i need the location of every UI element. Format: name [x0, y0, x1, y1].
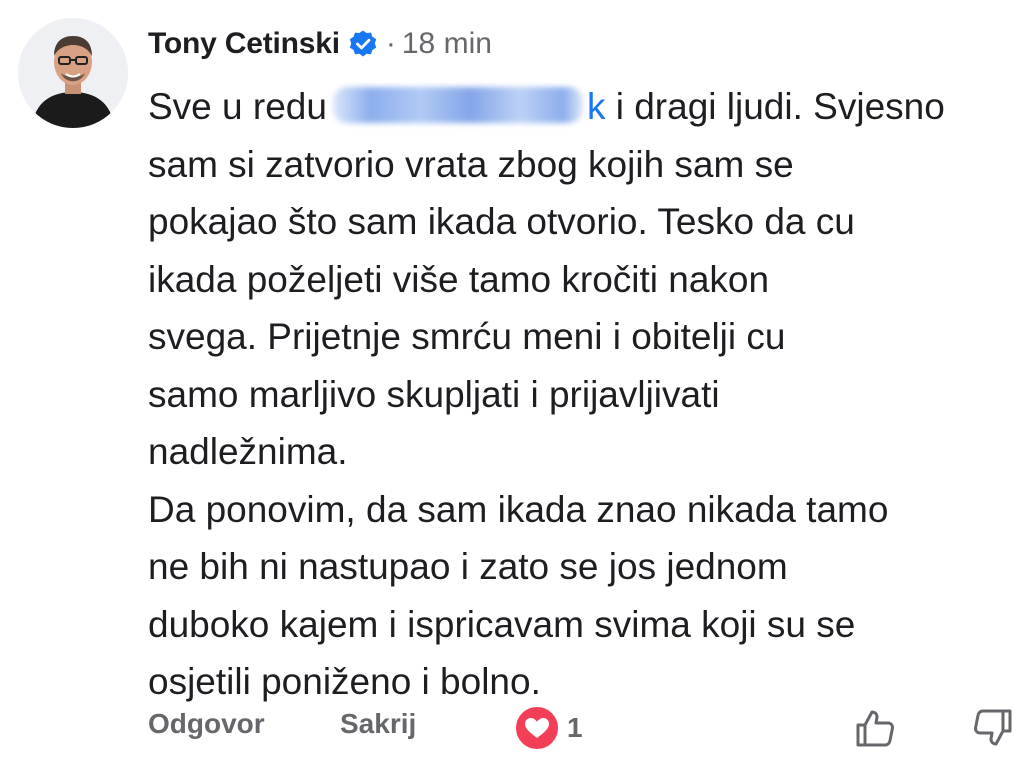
comment-header: Tony Cetinski · 18 min [148, 22, 492, 66]
reply-button[interactable]: Odgovor [148, 708, 265, 740]
comment-text: Sve u redu [148, 86, 327, 127]
reaction-count: 1 [567, 712, 583, 743]
heart-reaction-icon [513, 704, 561, 752]
comment-line: ikada poželjeti više tamo kročiti nakon [148, 258, 770, 300]
mention-tail[interactable]: k [587, 86, 606, 127]
comment-body: Sve u redu k i dragi ljudi. Svjesno sam s… [148, 78, 1018, 711]
comment-line: pokajao što sam ikada otvorio. Tesko da … [148, 201, 855, 242]
comment-line: svega. Prijetnje smrću meni i obitelji c… [148, 316, 786, 357]
comment-text: i dragi ljudi. Svjesno [615, 86, 945, 127]
verified-badge-icon [348, 29, 378, 59]
timestamp[interactable]: 18 min [402, 27, 492, 61]
comment-line: sam si zatvorio vrata zbog kojih sam se [148, 143, 794, 185]
thumbs-up-icon[interactable] [852, 704, 900, 752]
redacted-mention [332, 87, 583, 123]
comment-actions: Odgovor Sakrij 1 [0, 700, 1033, 760]
separator-dot: · [385, 27, 396, 60]
comment-line: Da ponovim, da sam ikada znao nikada tam… [148, 488, 889, 530]
comment-line: samo marljivo skupljati i prijavljivati [148, 373, 720, 415]
author-name[interactable]: Tony Cetinski [148, 27, 340, 61]
comment-line: ne bih ni nastupao i zato se jos jednom [148, 546, 788, 587]
author-avatar[interactable] [18, 18, 128, 128]
comment-line: Sve u redu k i dragi ljudi. Svjesno [148, 78, 1018, 136]
hide-button[interactable]: Sakrij [340, 708, 416, 740]
thumbs-down-icon[interactable] [968, 704, 1016, 752]
reaction-summary[interactable]: 1 [513, 704, 583, 752]
comment-line: duboko kajem i ispricavam svima koji su … [148, 603, 856, 645]
comment-line: nadležnima. [148, 431, 348, 472]
